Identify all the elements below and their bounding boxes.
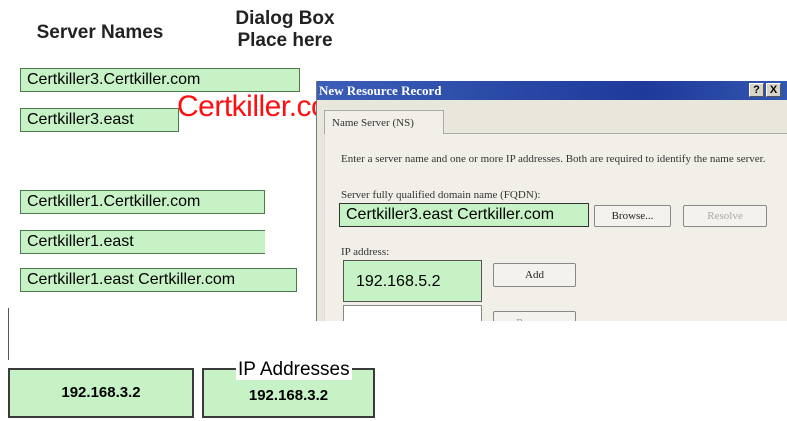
help-button[interactable]: ?	[749, 83, 764, 97]
ip-address-box-1[interactable]: 192.168.3.2	[8, 368, 194, 418]
ip-list[interactable]	[343, 305, 482, 321]
dialog-box-heading: Dialog Box Place here	[210, 8, 360, 52]
fqdn-input[interactable]: Certkiller3.east Certkiller.com	[339, 203, 589, 227]
dialog-box-heading-line2: Place here	[237, 30, 333, 51]
ip-address-label: IP address:	[341, 246, 390, 258]
fqdn-label: Server fully qualified domain name (FQDN…	[341, 189, 541, 201]
dialog-box-heading-line1: Dialog Box	[235, 8, 335, 29]
add-button[interactable]: Add	[493, 263, 576, 287]
tab-name-server[interactable]: Name Server (NS)	[324, 110, 444, 134]
remove-button[interactable]: Remove	[493, 311, 576, 321]
server-name-box-5[interactable]: Certkiller1.east Certkiller.com	[20, 268, 297, 292]
ip-address-input[interactable]: 192.168.5.2	[343, 260, 482, 302]
new-resource-record-dialog: New Resource Record ? X Name Server (NS)…	[316, 81, 787, 321]
dialog-titlebar: New Resource Record	[317, 81, 787, 100]
server-name-box-2[interactable]: Certkiller3.east	[20, 108, 179, 132]
ip-addresses-heading: IP Addresses	[236, 359, 352, 380]
close-button[interactable]: X	[766, 83, 781, 97]
dialog-title: New Resource Record	[319, 83, 442, 98]
browse-button[interactable]: Browse...	[594, 205, 671, 227]
server-names-heading: Server Names	[36, 22, 164, 43]
server-name-box-1[interactable]: Certkiller3.Certkiller.com	[20, 68, 300, 92]
guide-line	[8, 308, 9, 360]
fqdn-value: Certkiller3.east Certkiller.com	[346, 206, 555, 223]
instructions-text: Enter a server name and one or more IP a…	[341, 153, 766, 165]
server-name-box-3[interactable]: Certkiller1.Certkiller.com	[20, 190, 265, 214]
resolve-button[interactable]: Resolve	[683, 205, 767, 227]
ip-address-value: 192.168.5.2	[356, 273, 441, 290]
server-name-box-4[interactable]: Certkiller1.east	[20, 230, 265, 254]
